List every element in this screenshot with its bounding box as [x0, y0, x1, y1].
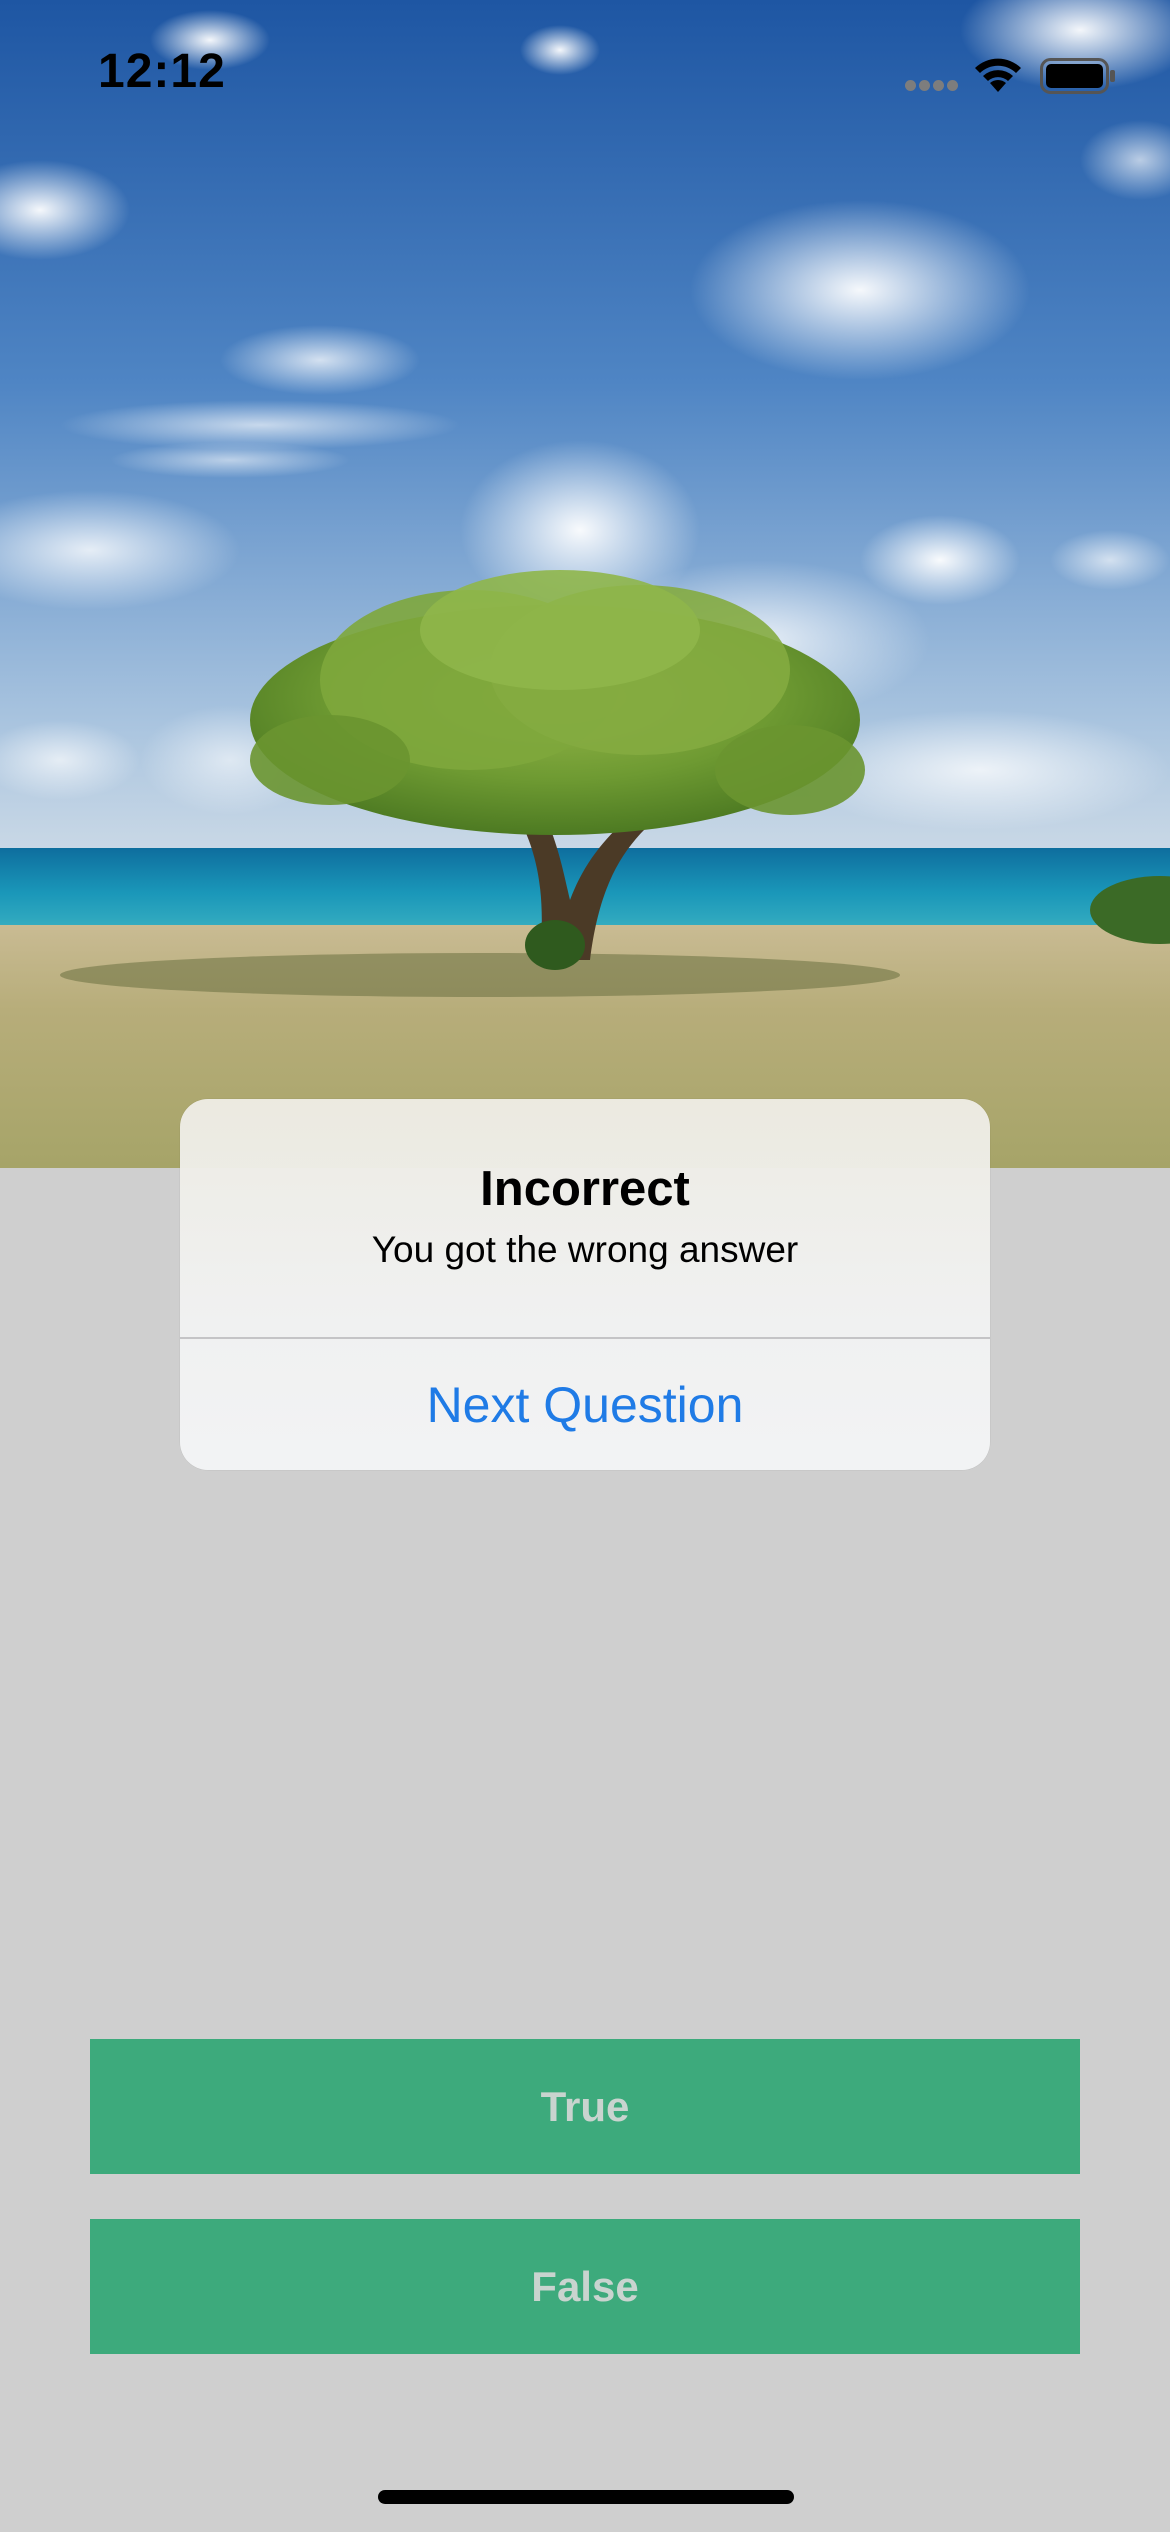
alert-message: You got the wrong answer	[371, 1229, 799, 1270]
cellular-signal-icon	[905, 80, 959, 92]
battery-icon	[1040, 58, 1115, 94]
false-button[interactable]: False	[90, 2219, 1080, 2354]
hero-image	[0, 0, 1170, 1168]
alert-body: Incorrect You got the wrong answer	[180, 1099, 990, 1337]
alert-title: Incorrect	[480, 1162, 690, 1216]
home-indicator[interactable]	[378, 2490, 794, 2504]
alert-dialog: Incorrect You got the wrong answer Next …	[180, 1099, 990, 1470]
true-button[interactable]: True	[90, 2039, 1080, 2174]
status-bar: 12:12	[0, 0, 1170, 140]
next-question-button[interactable]: Next Question	[180, 1339, 990, 1470]
wifi-icon	[975, 58, 1021, 92]
status-time: 12:12	[98, 45, 226, 98]
